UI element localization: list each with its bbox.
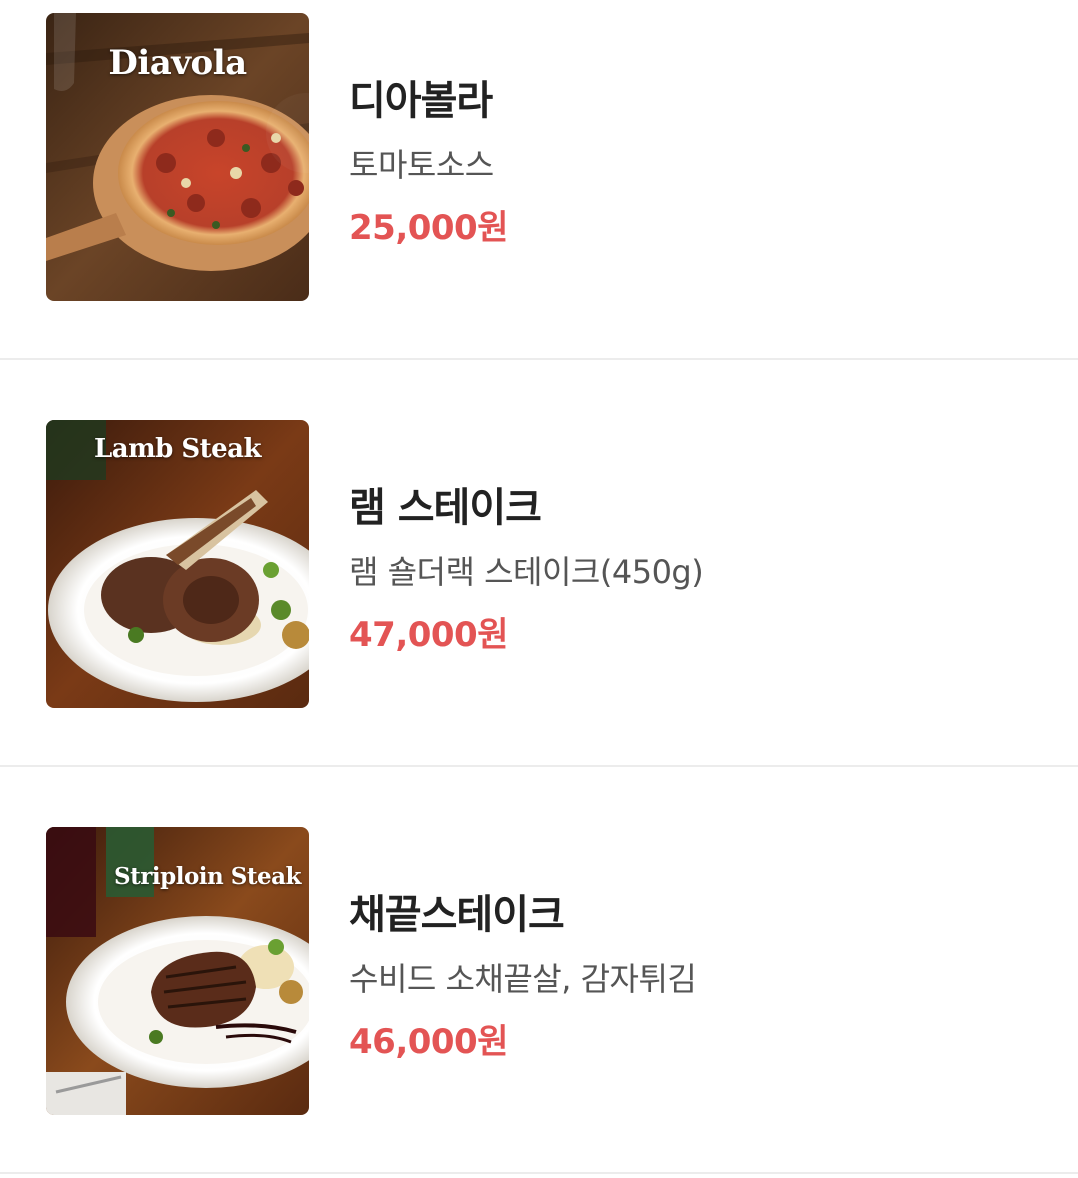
menu-item-description: 수비드 소채끝살, 감자튀김 (349, 960, 697, 998)
menu-item-image-caption: Striploin Steak (114, 863, 301, 890)
menu-item-description: 램 숄더랙 스테이크(450g) (349, 553, 704, 591)
divider (0, 358, 1078, 360)
menu-item-lamb-steak[interactable]: Lamb Steak 램 스테이크 램 숄더랙 스테이크(450g) 47,00… (0, 407, 1078, 767)
menu-item-description: 토마토소스 (349, 146, 494, 184)
menu-item-image[interactable]: Striploin Steak (46, 827, 309, 1115)
menu-item-image-caption: Diavola (108, 43, 247, 83)
menu-item-image-caption: Lamb Steak (93, 434, 262, 464)
divider (0, 765, 1078, 767)
divider (0, 1172, 1078, 1174)
menu-item-striploin-steak[interactable]: Striploin Steak 채끝스테이크 수비드 소채끝살, 감자튀김 46… (0, 814, 1078, 1174)
menu-item-name: 채끝스테이크 (349, 892, 565, 938)
menu-item-price: 46,000원 (349, 1022, 508, 1062)
menu-item-price: 25,000원 (349, 208, 508, 248)
menu-item-name: 램 스테이크 (349, 485, 542, 531)
menu-item-diavola[interactable]: Diavola 디아볼라 토마토소스 25,000원 (0, 0, 1078, 360)
menu-item-image[interactable]: Lamb Steak (46, 420, 309, 708)
menu-item-price: 47,000원 (349, 615, 508, 655)
menu-item-name: 디아볼라 (349, 78, 493, 124)
menu-item-image[interactable]: Diavola (46, 13, 309, 301)
